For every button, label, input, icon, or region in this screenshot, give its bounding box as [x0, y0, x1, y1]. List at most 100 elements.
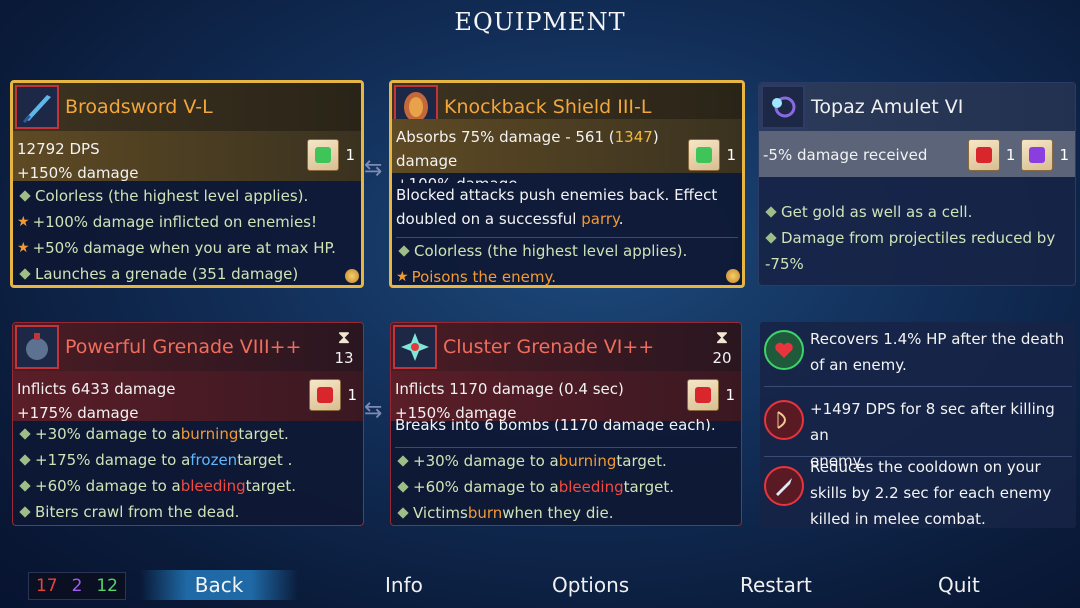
brutality-stat: 17	[35, 576, 58, 596]
grenade-icon	[15, 325, 59, 369]
restart-button[interactable]: Restart	[740, 570, 812, 600]
bullet-icon	[19, 428, 31, 440]
options-button[interactable]: Options	[552, 570, 629, 600]
shield-description: +100% damage Blocked attacks push enemie…	[396, 175, 738, 231]
legendary-corner-icon	[345, 269, 359, 283]
shield-absorb-cont: damage	[396, 152, 458, 170]
amulet-scrolls: 1 1	[967, 139, 1069, 171]
powerful-grenade-affixes: +30% damage to a burning target. +175% d…	[17, 421, 359, 525]
powerful-grenade-header: Powerful Grenade VIII++	[13, 323, 363, 371]
affix-line: Colorless (the highest level applies).	[396, 238, 738, 264]
bullet-icon	[19, 480, 31, 492]
tactics-stat: 2	[71, 576, 83, 596]
tactics-scroll-icon	[1021, 139, 1054, 171]
brutality-scroll-icon	[967, 139, 1000, 171]
star-icon: ★	[17, 214, 30, 230]
amulet-name: Topaz Amulet VI	[811, 96, 964, 118]
hourglass-icon: ⧗	[715, 327, 729, 348]
hourglass-icon: ⧗	[337, 327, 351, 348]
mutation-item[interactable]: Recovers 1.4% HP after the death of an en…	[760, 326, 1076, 378]
bottom-menu-bar: 17 2 12 Back Info Options Restart Quit	[0, 562, 1080, 608]
bow-icon	[764, 400, 804, 440]
affix-line: +30% damage to a burning target.	[17, 421, 359, 447]
powerful-grenade-card[interactable]: Powerful Grenade VIII++ ⧗ 13 Inflicts 64…	[12, 322, 364, 526]
bullet-icon	[765, 232, 777, 244]
star-icon: ★	[17, 240, 30, 256]
amulet-scroll2-count: 1	[1059, 146, 1069, 164]
powerful-grenade-cooldown: ⧗ 13	[331, 327, 357, 367]
amulet-scroll1-count: 1	[1005, 146, 1016, 164]
swap-arrows-icon[interactable]: ⇆	[364, 158, 382, 180]
mutation-text: Recovers 1.4% HP after the death of an en…	[810, 330, 1065, 374]
star-icon: ★	[396, 269, 409, 285]
broadsword-scroll-count: 1	[345, 146, 355, 164]
scroll-stats: 17 2 12	[28, 572, 126, 600]
affix-line: ★ Poisons the enemy.	[396, 264, 738, 285]
dagger-icon	[764, 466, 804, 506]
legendary-corner-icon	[726, 269, 740, 283]
cluster-grenade-scroll-count: 1	[725, 386, 735, 404]
shield-scroll-count: 1	[726, 146, 736, 164]
affix-line: Victims burn when they die.	[395, 500, 737, 525]
survival-stat: 12	[96, 576, 118, 596]
shield-absorb: Absorbs 75% damage - 561 (1347)	[396, 128, 659, 146]
shield-name: Knockback Shield III-L	[444, 96, 652, 118]
shield-card[interactable]: Knockback Shield III-L Absorbs 75% damag…	[389, 80, 745, 288]
cluster-grenade-scrolls: 1	[687, 379, 735, 411]
broadsword-dps: 12792 DPS	[17, 140, 100, 158]
mutations-panel: Recovers 1.4% HP after the death of an en…	[760, 322, 1076, 528]
brutality-scroll-icon	[687, 379, 720, 411]
broadsword-icon	[15, 85, 59, 129]
broadsword-card[interactable]: Broadsword V-L 12792 DPS +150% damage 1 …	[10, 80, 364, 288]
powerful-grenade-name: Powerful Grenade VIII++	[65, 336, 302, 358]
affix-line: Get gold as well as a cell.	[763, 199, 1071, 225]
back-button[interactable]: Back	[140, 570, 298, 600]
broadsword-header: Broadsword V-L	[13, 83, 361, 131]
mutation-item[interactable]: Reduces the cooldown on your skills by 2.…	[760, 454, 1076, 532]
bullet-icon	[19, 506, 31, 518]
affix-line: Biters crawl from the dead.	[17, 499, 359, 525]
info-button[interactable]: Info	[385, 570, 423, 600]
bullet-icon	[398, 245, 410, 257]
cluster-grenade-card[interactable]: Cluster Grenade VI++ ⧗ 20 Inflicts 1170 …	[390, 322, 742, 526]
bullet-icon	[765, 206, 777, 218]
amulet-header: Topaz Amulet VI	[759, 83, 1075, 131]
bullet-icon	[19, 268, 31, 280]
amulet-icon	[761, 85, 805, 129]
affix-line: +30% damage to a burning target.	[395, 448, 737, 474]
amulet-affixes: Get gold as well as a cell. Damage from …	[763, 199, 1071, 277]
brutality-scroll-icon	[309, 379, 342, 411]
affix-line: +60% damage to a bleeding target.	[17, 473, 359, 499]
cluster-grenade-icon	[393, 325, 437, 369]
mutation-text: Reduces the cooldown on your skills by 2.…	[810, 458, 1052, 528]
amulet-card[interactable]: Topaz Amulet VI -5% damage received 1 1 …	[758, 82, 1076, 286]
affix-line: Damage from projectiles reduced by	[763, 225, 1071, 251]
shield-damage-bonus: +100% damage	[396, 175, 738, 183]
cluster-grenade-description: Breaks into 6 bombs (1170 damage each).	[395, 419, 716, 431]
screen-title: EQUIPMENT	[454, 8, 626, 36]
shield-desc-line1: Blocked attacks push enemies back. Effec…	[396, 186, 718, 204]
powerful-grenade-scrolls: 1	[309, 379, 357, 411]
broadsword-name: Broadsword V-L	[65, 96, 213, 118]
cluster-grenade-affixes: +30% damage to a burning target. +60% da…	[395, 447, 737, 525]
heart-fangs-icon	[764, 330, 804, 370]
affix-line: Colorless (the highest level applies).	[17, 183, 357, 209]
broadsword-scrolls: 1	[307, 139, 355, 171]
affix-line: +175% damage to a frozen target .	[17, 447, 359, 473]
affix-line: ★ +100% damage inflicted on enemies!	[17, 209, 357, 235]
powerful-grenade-scroll-count: 1	[347, 386, 357, 404]
swap-arrows-icon[interactable]: ⇆	[364, 400, 382, 422]
affix-line: +60% damage to a bleeding target.	[395, 474, 737, 500]
survival-scroll-icon	[307, 139, 340, 171]
affix-line: -75%	[765, 255, 804, 273]
quit-button[interactable]: Quit	[938, 570, 980, 600]
shield-affixes: Colorless (the highest level applies). ★…	[396, 237, 738, 285]
powerful-grenade-damage: Inflicts 6433 damage	[17, 380, 176, 398]
survival-scroll-icon	[688, 139, 721, 171]
bullet-icon	[19, 190, 31, 202]
broadsword-damage-bonus: +150% damage	[17, 164, 139, 182]
shield-desc-line2: doubled on a successful parry.	[396, 210, 624, 228]
affix-line: ★ +50% damage when you are at max HP.	[17, 235, 357, 261]
cluster-grenade-damage: Inflicts 1170 damage (0.4 sec)	[395, 380, 624, 398]
bullet-icon	[19, 454, 31, 466]
